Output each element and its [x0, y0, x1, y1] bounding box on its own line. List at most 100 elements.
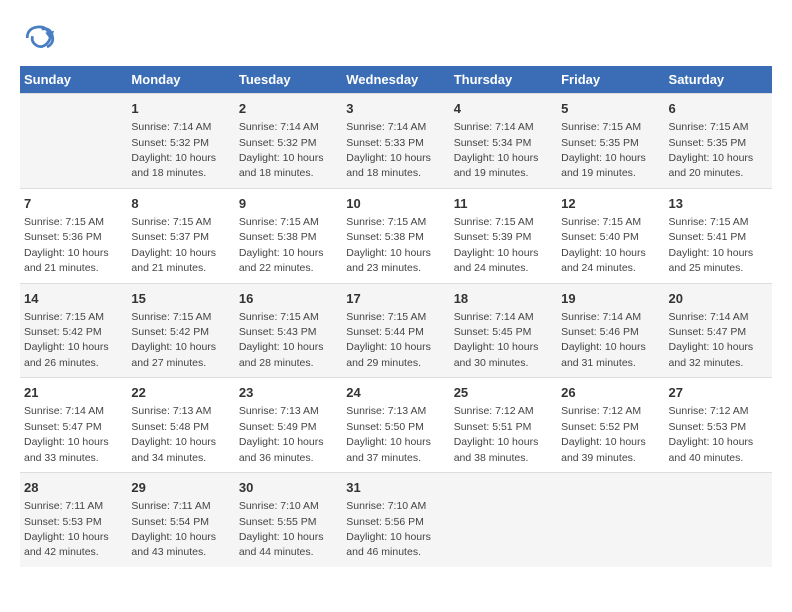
- day-number: 13: [669, 195, 768, 213]
- day-number: 7: [24, 195, 123, 213]
- day-info: Sunrise: 7:14 AM Sunset: 5:47 PM Dayligh…: [24, 405, 109, 463]
- calendar-cell: 28 Sunrise: 7:11 AM Sunset: 5:53 PM Dayli…: [20, 473, 127, 567]
- calendar-cell: 7 Sunrise: 7:15 AM Sunset: 5:36 PM Daylig…: [20, 188, 127, 283]
- day-info: Sunrise: 7:15 AM Sunset: 5:38 PM Dayligh…: [239, 216, 324, 274]
- day-info: Sunrise: 7:12 AM Sunset: 5:51 PM Dayligh…: [454, 405, 539, 463]
- day-number: 12: [561, 195, 660, 213]
- calendar-cell: 13 Sunrise: 7:15 AM Sunset: 5:41 PM Dayli…: [665, 188, 772, 283]
- day-info: Sunrise: 7:15 AM Sunset: 5:37 PM Dayligh…: [131, 216, 216, 274]
- day-number: 20: [669, 290, 768, 308]
- calendar-cell: 10 Sunrise: 7:15 AM Sunset: 5:38 PM Dayli…: [342, 188, 449, 283]
- calendar-cell: 5 Sunrise: 7:15 AM Sunset: 5:35 PM Daylig…: [557, 94, 664, 189]
- calendar-cell: 12 Sunrise: 7:15 AM Sunset: 5:40 PM Dayli…: [557, 188, 664, 283]
- calendar-cell: [450, 473, 557, 567]
- day-number: 19: [561, 290, 660, 308]
- calendar-cell: 31 Sunrise: 7:10 AM Sunset: 5:56 PM Dayli…: [342, 473, 449, 567]
- calendar-table: SundayMondayTuesdayWednesdayThursdayFrid…: [20, 66, 772, 567]
- day-info: Sunrise: 7:15 AM Sunset: 5:42 PM Dayligh…: [131, 311, 216, 369]
- calendar-cell: 24 Sunrise: 7:13 AM Sunset: 5:50 PM Dayli…: [342, 378, 449, 473]
- day-number: 24: [346, 384, 445, 402]
- header-day-sunday: Sunday: [20, 66, 127, 94]
- day-number: 10: [346, 195, 445, 213]
- day-info: Sunrise: 7:15 AM Sunset: 5:36 PM Dayligh…: [24, 216, 109, 274]
- day-number: 18: [454, 290, 553, 308]
- day-info: Sunrise: 7:12 AM Sunset: 5:53 PM Dayligh…: [669, 405, 754, 463]
- day-info: Sunrise: 7:11 AM Sunset: 5:53 PM Dayligh…: [24, 500, 109, 558]
- calendar-cell: 4Sunrise: 7:14 AM Sunset: 5:34 PM Daylig…: [450, 94, 557, 189]
- logo-icon: [20, 20, 56, 56]
- day-info: Sunrise: 7:10 AM Sunset: 5:55 PM Dayligh…: [239, 500, 324, 558]
- day-info: Sunrise: 7:14 AM Sunset: 5:46 PM Dayligh…: [561, 311, 646, 369]
- calendar-cell: 6Sunrise: 7:15 AM Sunset: 5:35 PM Daylig…: [665, 94, 772, 189]
- calendar-cell: 15Sunrise: 7:15 AM Sunset: 5:42 PM Dayli…: [127, 283, 234, 378]
- calendar-week-row: 14 Sunrise: 7:15 AM Sunset: 5:42 PM Dayli…: [20, 283, 772, 378]
- day-info: Sunrise: 7:15 AM Sunset: 5:41 PM Dayligh…: [669, 216, 754, 274]
- day-info: Sunrise: 7:12 AM Sunset: 5:52 PM Dayligh…: [561, 405, 646, 463]
- header-day-monday: Monday: [127, 66, 234, 94]
- day-info: Sunrise: 7:15 AM Sunset: 5:35 PM Dayligh…: [561, 121, 646, 179]
- day-number: 31: [346, 479, 445, 497]
- calendar-cell: 30Sunrise: 7:10 AM Sunset: 5:55 PM Dayli…: [235, 473, 342, 567]
- calendar-cell: [665, 473, 772, 567]
- day-number: 1: [131, 100, 230, 118]
- day-number: 25: [454, 384, 553, 402]
- day-number: 3: [346, 100, 445, 118]
- calendar-week-row: 7 Sunrise: 7:15 AM Sunset: 5:36 PM Daylig…: [20, 188, 772, 283]
- calendar-header-row: SundayMondayTuesdayWednesdayThursdayFrid…: [20, 66, 772, 94]
- day-number: 11: [454, 195, 553, 213]
- header-day-thursday: Thursday: [450, 66, 557, 94]
- day-info: Sunrise: 7:15 AM Sunset: 5:43 PM Dayligh…: [239, 311, 324, 369]
- day-info: Sunrise: 7:14 AM Sunset: 5:32 PM Dayligh…: [131, 121, 216, 179]
- day-number: 28: [24, 479, 123, 497]
- calendar-cell: 1 Sunrise: 7:14 AM Sunset: 5:32 PM Daylig…: [127, 94, 234, 189]
- calendar-cell: [557, 473, 664, 567]
- calendar-week-row: 21 Sunrise: 7:14 AM Sunset: 5:47 PM Dayli…: [20, 378, 772, 473]
- day-number: 21: [24, 384, 123, 402]
- calendar-cell: 11Sunrise: 7:15 AM Sunset: 5:39 PM Dayli…: [450, 188, 557, 283]
- day-number: 4: [454, 100, 553, 118]
- calendar-cell: 21 Sunrise: 7:14 AM Sunset: 5:47 PM Dayli…: [20, 378, 127, 473]
- day-number: 8: [131, 195, 230, 213]
- day-info: Sunrise: 7:15 AM Sunset: 5:40 PM Dayligh…: [561, 216, 646, 274]
- day-number: 26: [561, 384, 660, 402]
- calendar-cell: 9 Sunrise: 7:15 AM Sunset: 5:38 PM Daylig…: [235, 188, 342, 283]
- calendar-cell: 18 Sunrise: 7:14 AM Sunset: 5:45 PM Dayli…: [450, 283, 557, 378]
- calendar-cell: 2Sunrise: 7:14 AM Sunset: 5:32 PM Daylig…: [235, 94, 342, 189]
- day-number: 2: [239, 100, 338, 118]
- day-number: 27: [669, 384, 768, 402]
- day-info: Sunrise: 7:14 AM Sunset: 5:45 PM Dayligh…: [454, 311, 539, 369]
- calendar-cell: 29 Sunrise: 7:11 AM Sunset: 5:54 PM Dayli…: [127, 473, 234, 567]
- day-number: 14: [24, 290, 123, 308]
- header-day-friday: Friday: [557, 66, 664, 94]
- header-day-tuesday: Tuesday: [235, 66, 342, 94]
- calendar-cell: 20Sunrise: 7:14 AM Sunset: 5:47 PM Dayli…: [665, 283, 772, 378]
- day-number: 16: [239, 290, 338, 308]
- calendar-cell: 14Sunrise: 7:15 AM Sunset: 5:42 PM Dayli…: [20, 283, 127, 378]
- header-day-wednesday: Wednesday: [342, 66, 449, 94]
- day-info: Sunrise: 7:11 AM Sunset: 5:54 PM Dayligh…: [131, 500, 216, 558]
- day-info: Sunrise: 7:15 AM Sunset: 5:44 PM Dayligh…: [346, 311, 431, 369]
- day-info: Sunrise: 7:14 AM Sunset: 5:33 PM Dayligh…: [346, 121, 431, 179]
- day-info: Sunrise: 7:13 AM Sunset: 5:48 PM Dayligh…: [131, 405, 216, 463]
- calendar-week-row: 1 Sunrise: 7:14 AM Sunset: 5:32 PM Daylig…: [20, 94, 772, 189]
- logo: [20, 20, 62, 56]
- calendar-cell: 23 Sunrise: 7:13 AM Sunset: 5:49 PM Dayli…: [235, 378, 342, 473]
- calendar-cell: 16 Sunrise: 7:15 AM Sunset: 5:43 PM Dayli…: [235, 283, 342, 378]
- calendar-cell: 22Sunrise: 7:13 AM Sunset: 5:48 PM Dayli…: [127, 378, 234, 473]
- calendar-cell: 27 Sunrise: 7:12 AM Sunset: 5:53 PM Dayli…: [665, 378, 772, 473]
- day-number: 29: [131, 479, 230, 497]
- page-header: [20, 20, 772, 56]
- calendar-cell: 25 Sunrise: 7:12 AM Sunset: 5:51 PM Dayli…: [450, 378, 557, 473]
- day-number: 17: [346, 290, 445, 308]
- day-number: 9: [239, 195, 338, 213]
- day-info: Sunrise: 7:13 AM Sunset: 5:49 PM Dayligh…: [239, 405, 324, 463]
- calendar-cell: [20, 94, 127, 189]
- day-number: 5: [561, 100, 660, 118]
- day-info: Sunrise: 7:13 AM Sunset: 5:50 PM Dayligh…: [346, 405, 431, 463]
- header-day-saturday: Saturday: [665, 66, 772, 94]
- day-number: 23: [239, 384, 338, 402]
- calendar-cell: 8 Sunrise: 7:15 AM Sunset: 5:37 PM Daylig…: [127, 188, 234, 283]
- calendar-cell: 17 Sunrise: 7:15 AM Sunset: 5:44 PM Dayli…: [342, 283, 449, 378]
- day-info: Sunrise: 7:15 AM Sunset: 5:38 PM Dayligh…: [346, 216, 431, 274]
- day-info: Sunrise: 7:10 AM Sunset: 5:56 PM Dayligh…: [346, 500, 431, 558]
